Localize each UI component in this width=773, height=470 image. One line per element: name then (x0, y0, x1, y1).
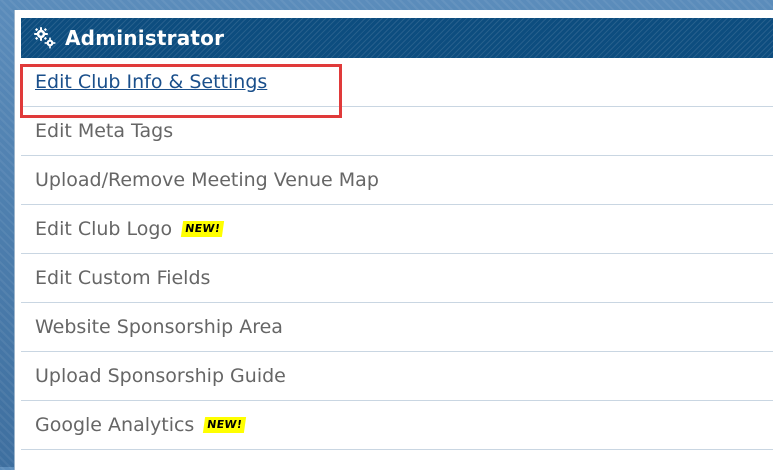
admin-panel: Administrator Edit Club Info & Settings … (14, 10, 773, 470)
edit-club-info-link[interactable]: Edit Club Info & Settings (35, 71, 267, 93)
menu-item-sponsorship-area[interactable]: Website Sponsorship Area (21, 303, 773, 352)
panel-title: Administrator (65, 26, 225, 50)
edit-meta-tags-link[interactable]: Edit Meta Tags (35, 120, 173, 142)
admin-menu: Edit Club Info & Settings Edit Meta Tags… (21, 58, 773, 450)
new-badge: NEW! (180, 221, 225, 237)
sponsorship-area-link[interactable]: Website Sponsorship Area (35, 316, 283, 338)
menu-item-venue-map[interactable]: Upload/Remove Meeting Venue Map (21, 156, 773, 205)
menu-item-edit-meta-tags[interactable]: Edit Meta Tags (21, 107, 773, 156)
menu-item-sponsorship-guide[interactable]: Upload Sponsorship Guide (21, 352, 773, 401)
menu-item-google-analytics[interactable]: Google Analytics NEW! (21, 401, 773, 450)
venue-map-link[interactable]: Upload/Remove Meeting Venue Map (35, 169, 379, 191)
menu-item-edit-custom-fields[interactable]: Edit Custom Fields (21, 254, 773, 303)
gears-icon (33, 26, 57, 50)
panel-header: Administrator (21, 18, 773, 58)
admin-panel-inner: Administrator Edit Club Info & Settings … (21, 18, 773, 450)
menu-item-edit-club-logo[interactable]: Edit Club Logo NEW! (21, 205, 773, 254)
edit-custom-fields-link[interactable]: Edit Custom Fields (35, 267, 210, 289)
google-analytics-link[interactable]: Google Analytics (35, 414, 194, 436)
menu-item-edit-club-info[interactable]: Edit Club Info & Settings (21, 58, 773, 107)
edit-club-logo-link[interactable]: Edit Club Logo (35, 218, 172, 240)
new-badge: NEW! (203, 417, 247, 433)
sponsorship-guide-link[interactable]: Upload Sponsorship Guide (35, 365, 286, 387)
